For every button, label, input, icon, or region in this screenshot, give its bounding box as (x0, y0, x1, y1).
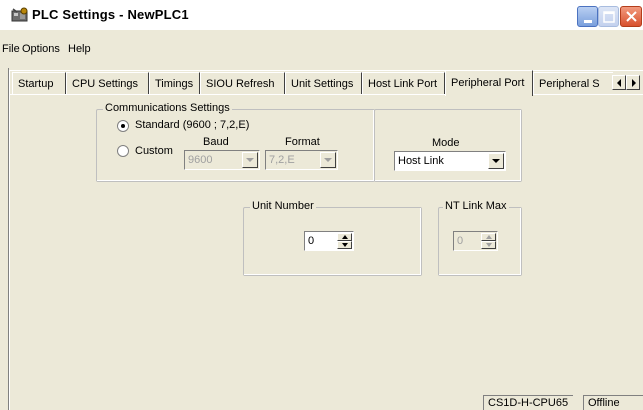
format-dropdown-button[interactable] (320, 152, 336, 168)
minimize-icon (584, 20, 592, 23)
close-button[interactable] (620, 6, 642, 27)
unit-number-decrement-button[interactable] (337, 241, 352, 249)
scroll-left-icon (617, 79, 621, 87)
unit-number-label: Unit Number (250, 200, 316, 212)
nt-link-max-value: 0 (457, 235, 464, 247)
nt-link-max-spin-buttons (481, 233, 496, 249)
close-icon (626, 11, 637, 22)
nt-link-max-decrement-button[interactable] (481, 241, 496, 249)
tab-peripheral-port[interactable]: Peripheral Port (445, 70, 533, 96)
baud-label: Baud (203, 136, 229, 148)
unit-number-spin-buttons (337, 233, 352, 249)
format-value: 7,2,E (269, 154, 295, 166)
tab-host-link-port[interactable]: Host Link Port (362, 72, 445, 94)
chevron-up-icon (486, 235, 492, 239)
status-cpu-model: CS1D-H-CPU65 (483, 395, 573, 410)
tab-unit-settings[interactable]: Unit Settings (285, 72, 362, 94)
title-bar[interactable]: PLC Settings - NewPLC1 (0, 0, 643, 30)
tab-peripheral-s[interactable]: Peripheral S (533, 72, 613, 94)
tab-timings[interactable]: Timings (149, 72, 200, 94)
chevron-down-icon (246, 158, 254, 162)
chevron-down-icon (342, 243, 348, 247)
chevron-down-icon (486, 243, 492, 247)
tab-startup[interactable]: Startup (12, 72, 66, 94)
mode-dropdown-button[interactable] (488, 153, 504, 169)
unit-number-increment-button[interactable] (337, 233, 352, 241)
tab-siou-refresh[interactable]: SIOU Refresh (200, 72, 285, 94)
menu-bar: File Options Help (0, 30, 643, 60)
nt-link-max-spinner[interactable]: 0 (453, 231, 498, 251)
chevron-up-icon (342, 235, 348, 239)
maximize-icon (603, 11, 615, 23)
unit-number-spinner[interactable]: 0 (304, 231, 354, 251)
window-title: PLC Settings - NewPLC1 (32, 7, 189, 22)
plc-settings-window: PLC Settings - NewPLC1 File Options Help… (0, 0, 643, 410)
chevron-down-icon (324, 158, 332, 162)
baud-select[interactable]: 9600 (184, 150, 260, 170)
custom-radio-label[interactable]: Custom (135, 145, 173, 157)
baud-dropdown-button[interactable] (242, 152, 258, 168)
communications-settings-label: Communications Settings (103, 102, 232, 114)
maximize-button[interactable] (598, 6, 619, 27)
baud-value: 9600 (188, 154, 213, 166)
standard-radio[interactable] (117, 120, 129, 132)
format-label: Format (285, 136, 320, 148)
unit-number-value: 0 (308, 235, 315, 247)
menu-file[interactable]: File (2, 43, 20, 55)
standard-radio-label[interactable]: Standard (9600 ; 7,2,E) (135, 119, 249, 131)
mode-value: Host Link (398, 155, 444, 167)
mode-label: Mode (432, 137, 460, 149)
tab-divider (9, 94, 643, 95)
status-bar: CS1D-H-CPU65 Offline (9, 394, 643, 410)
tab-scroll-left-button[interactable] (612, 75, 626, 90)
tab-cpu-settings[interactable]: CPU Settings (66, 72, 149, 94)
nt-link-max-increment-button[interactable] (481, 233, 496, 241)
menu-options[interactable]: Options (22, 43, 60, 55)
menu-help[interactable]: Help (68, 43, 91, 55)
nt-link-max-label: NT Link Max (443, 200, 509, 212)
scroll-right-icon (632, 79, 636, 87)
mode-select[interactable]: Host Link (394, 151, 506, 171)
custom-radio[interactable] (117, 145, 129, 157)
tab-scroll-right-button[interactable] (626, 75, 640, 90)
minimize-button[interactable] (577, 6, 598, 27)
plc-settings-app-icon[interactable] (11, 7, 29, 23)
format-select[interactable]: 7,2,E (265, 150, 338, 170)
status-connection: Offline (583, 395, 643, 410)
chevron-down-icon (492, 159, 500, 163)
